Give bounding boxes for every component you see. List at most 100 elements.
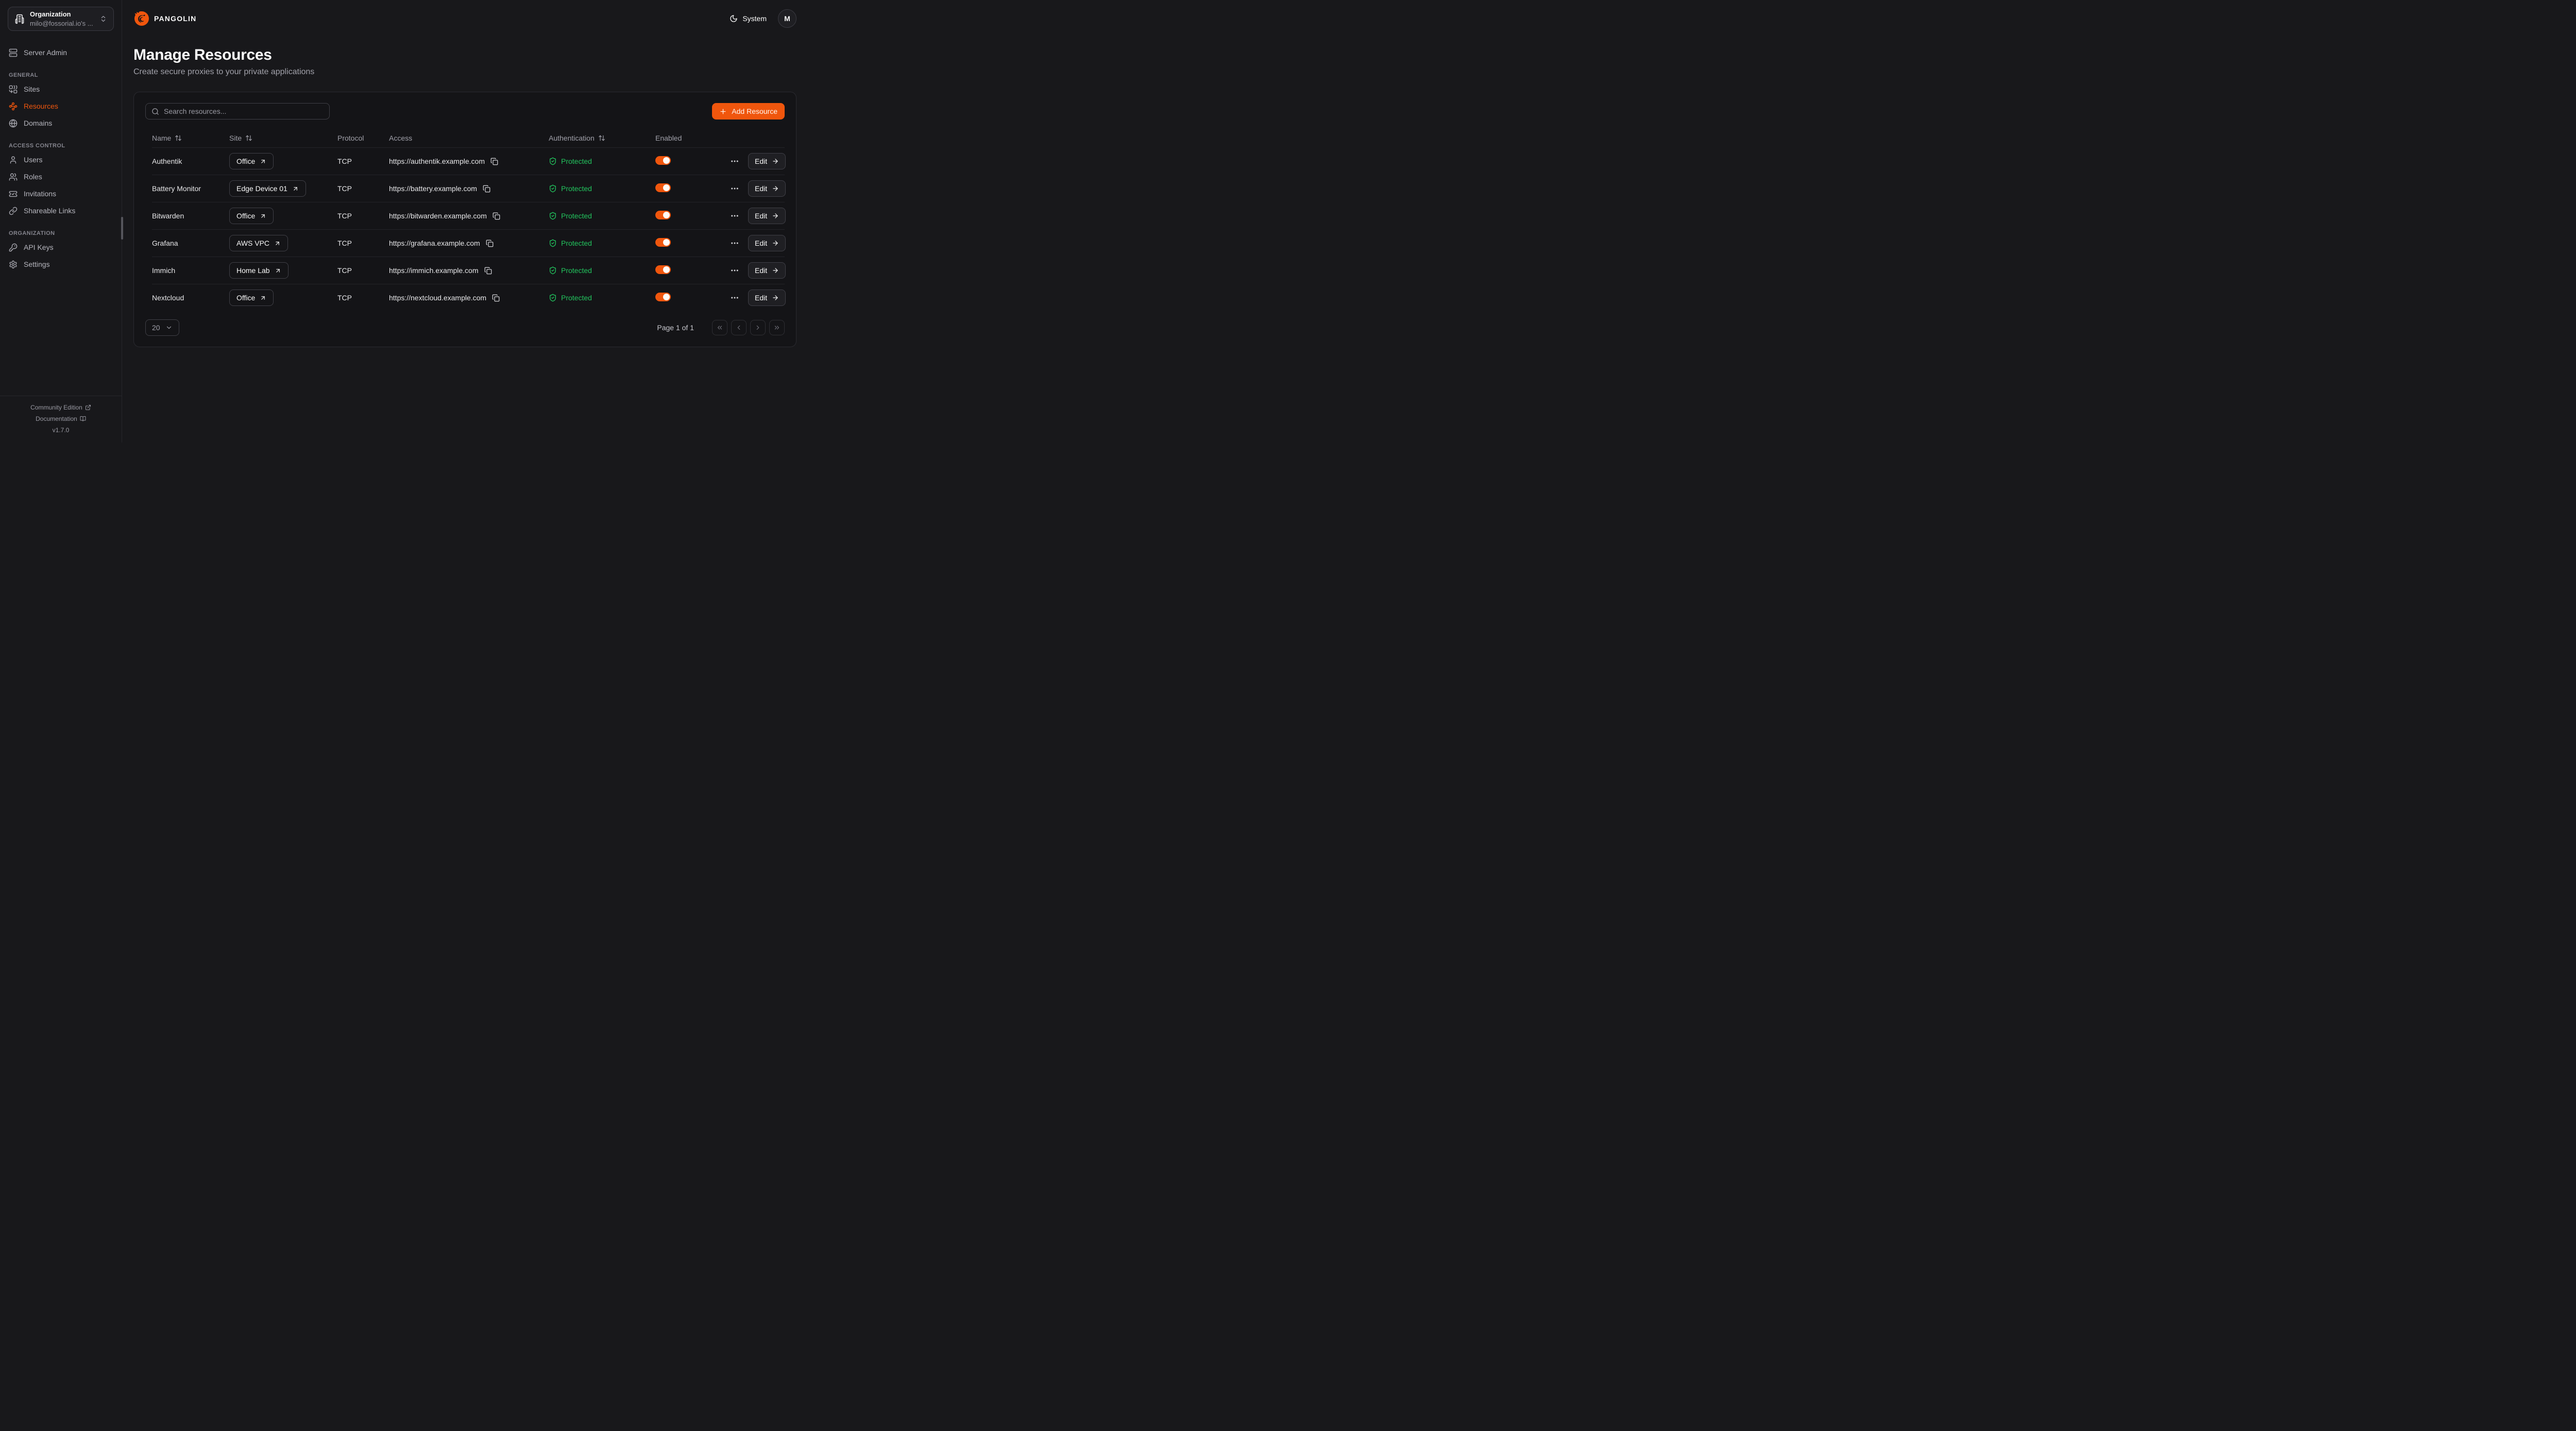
site-link-button[interactable]: Office	[229, 208, 274, 224]
column-header-authentication[interactable]: Authentication	[549, 134, 655, 142]
enabled-toggle[interactable]	[655, 293, 671, 301]
sidebar-item-label: Roles	[24, 173, 42, 181]
column-header-label: Site	[229, 134, 242, 142]
ticket-check-icon	[9, 190, 18, 198]
row-menu-button[interactable]	[730, 293, 739, 302]
resource-name: Grafana	[152, 239, 229, 247]
copy-url-button[interactable]	[490, 158, 498, 165]
sidebar-item-label: Sites	[24, 85, 40, 94]
search-box[interactable]	[145, 103, 330, 120]
book-open-icon	[80, 416, 86, 422]
sidebar-item-label: Settings	[24, 260, 50, 269]
sidebar-item-resources[interactable]: Resources	[0, 98, 122, 115]
sidebar-item-sites[interactable]: Sites	[0, 81, 122, 98]
org-selector-label: Organization	[30, 10, 94, 19]
row-menu-button[interactable]	[730, 266, 739, 275]
edit-button[interactable]: Edit	[748, 153, 786, 169]
ellipsis-icon	[730, 211, 739, 220]
sidebar-section-organization: ORGANIZATION	[0, 219, 122, 239]
sort-icon	[245, 134, 252, 142]
sidebar-item-roles[interactable]: Roles	[0, 168, 122, 185]
sidebar-section-general: GENERAL	[0, 61, 122, 81]
column-header-site[interactable]: Site	[229, 134, 337, 142]
site-link-button[interactable]: Office	[229, 153, 274, 169]
row-menu-button[interactable]	[730, 157, 739, 166]
sidebar-item-shareable-links[interactable]: Shareable Links	[0, 202, 122, 219]
enabled-toggle[interactable]	[655, 211, 671, 219]
row-menu-button[interactable]	[730, 184, 739, 193]
ellipsis-icon	[730, 238, 739, 248]
edit-button[interactable]: Edit	[748, 262, 786, 279]
column-header-name[interactable]: Name	[152, 134, 229, 142]
combine-icon	[9, 85, 18, 94]
row-menu-button[interactable]	[730, 238, 739, 248]
search-input[interactable]	[164, 107, 324, 115]
page-size-select[interactable]: 20	[145, 319, 179, 336]
sidebar-item-api-keys[interactable]: API Keys	[0, 239, 122, 256]
site-link-button[interactable]: AWS VPC	[229, 235, 288, 251]
auth-status-badge: Protected	[549, 239, 655, 247]
ellipsis-icon	[730, 184, 739, 193]
page-size-value: 20	[152, 323, 160, 332]
site-link-button[interactable]: Office	[229, 289, 274, 306]
table-row: Bitwarden Office TCP https://bitwarden.e…	[152, 202, 785, 229]
shield-check-icon	[549, 266, 557, 275]
copy-url-button[interactable]	[483, 185, 490, 193]
enabled-toggle[interactable]	[655, 183, 671, 192]
sidebar-item-label: Domains	[24, 119, 52, 128]
previous-page-button[interactable]	[731, 320, 747, 335]
last-page-button[interactable]	[769, 320, 785, 335]
sidebar-item-settings[interactable]: Settings	[0, 256, 122, 273]
brand-logo[interactable]: PANGOLIN	[133, 10, 196, 27]
theme-toggle[interactable]: System	[730, 14, 767, 23]
resource-url: https://bitwarden.example.com	[389, 212, 487, 220]
avatar[interactable]: M	[778, 9, 796, 28]
resource-name: Immich	[152, 266, 229, 275]
enabled-toggle[interactable]	[655, 265, 671, 274]
row-menu-button[interactable]	[730, 211, 739, 220]
plus-icon	[719, 108, 727, 115]
edit-button[interactable]: Edit	[748, 208, 786, 224]
org-selector[interactable]: Organization milo@fossorial.io's ...	[8, 7, 114, 31]
table-footer: 20 Page 1 of 1	[145, 319, 785, 336]
sidebar-item-invitations[interactable]: Invitations	[0, 185, 122, 202]
first-page-button[interactable]	[712, 320, 727, 335]
sidebar: Organization milo@fossorial.io's ... Ser…	[0, 0, 122, 442]
copy-url-button[interactable]	[486, 240, 494, 247]
copy-icon	[486, 240, 494, 247]
edit-label: Edit	[755, 157, 767, 165]
add-resource-button[interactable]: Add Resource	[712, 103, 785, 120]
card-toolbar: Add Resource	[145, 103, 785, 120]
page-title: Manage Resources	[133, 46, 796, 64]
auth-status-badge: Protected	[549, 184, 655, 193]
auth-status-label: Protected	[561, 294, 592, 302]
chevrons-left-icon	[716, 324, 723, 331]
enabled-toggle[interactable]	[655, 156, 671, 165]
column-header-label: Name	[152, 134, 171, 142]
enabled-toggle[interactable]	[655, 238, 671, 247]
toggle-knob	[663, 184, 670, 191]
documentation-link[interactable]: Documentation	[5, 413, 116, 424]
copy-url-button[interactable]	[484, 267, 492, 275]
sidebar-item-users[interactable]: Users	[0, 151, 122, 168]
topbar-right: System M	[730, 9, 796, 28]
site-link-button[interactable]: Edge Device 01	[229, 180, 306, 197]
community-edition-link[interactable]: Community Edition	[5, 402, 116, 413]
site-link-button[interactable]: Home Lab	[229, 262, 289, 279]
edit-button[interactable]: Edit	[748, 180, 786, 197]
chevron-down-icon	[165, 324, 173, 331]
copy-url-button[interactable]	[492, 294, 500, 302]
key-icon	[9, 243, 18, 252]
shield-check-icon	[549, 239, 557, 247]
sidebar-item-server-admin[interactable]: Server Admin	[0, 44, 122, 61]
edit-button[interactable]: Edit	[748, 289, 786, 306]
copy-url-button[interactable]	[493, 212, 500, 220]
edit-button[interactable]: Edit	[748, 235, 786, 251]
sidebar-item-domains[interactable]: Domains	[0, 115, 122, 132]
community-edition-label: Community Edition	[30, 404, 82, 411]
resource-name: Bitwarden	[152, 212, 229, 220]
arrow-up-right-icon	[275, 267, 281, 274]
toggle-knob	[663, 212, 670, 218]
sidebar-resize-handle[interactable]	[121, 217, 123, 240]
next-page-button[interactable]	[750, 320, 766, 335]
